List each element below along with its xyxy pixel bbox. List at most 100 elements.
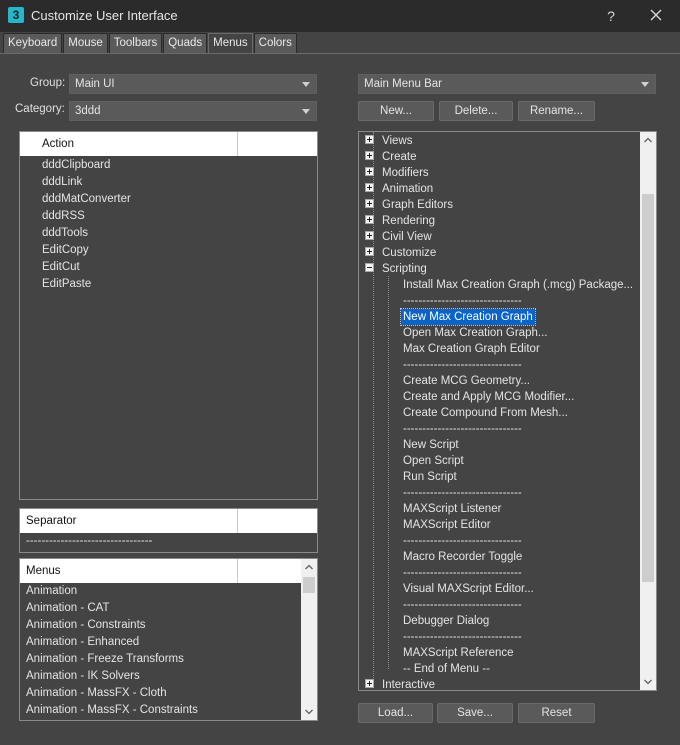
menu-item[interactable]: Max Creation Graph Editor xyxy=(401,341,542,357)
menu-item[interactable]: Install Max Creation Graph (.mcg) Packag… xyxy=(401,277,635,293)
list-item[interactable]: dddClipboard xyxy=(42,157,317,174)
collapse-icon[interactable] xyxy=(365,263,374,273)
rename-menu-button[interactable]: Rename... xyxy=(518,101,595,121)
menu-item[interactable]: New Script xyxy=(401,437,461,453)
new-menu-button[interactable]: New... xyxy=(358,101,434,121)
menu-separator[interactable]: ------------------------------- xyxy=(401,533,524,549)
tree-item-rendering[interactable]: Rendering xyxy=(365,213,435,229)
menu-item[interactable]: MAXScript Editor xyxy=(401,517,493,533)
expand-icon[interactable] xyxy=(365,167,374,177)
menu-separator[interactable]: ------------------------------- xyxy=(401,597,524,613)
menu-item[interactable]: Visual MAXScript Editor... xyxy=(401,581,536,597)
tree-item-graph-editors[interactable]: Graph Editors xyxy=(365,197,453,213)
menu-item[interactable]: Debugger Dialog xyxy=(401,613,491,629)
list-item[interactable]: Animation xyxy=(26,583,317,600)
list-item[interactable]: Animation - CAT xyxy=(26,600,317,617)
scroll-thumb[interactable] xyxy=(642,194,654,582)
scroll-up-arrow-icon[interactable] xyxy=(640,132,656,148)
separator-item[interactable]: --------------------------------- xyxy=(26,533,317,550)
list-item[interactable]: dddTools xyxy=(42,225,317,242)
list-item[interactable]: Animation - MassFX - Cloth xyxy=(26,685,317,702)
expand-icon[interactable] xyxy=(365,199,374,209)
list-item[interactable]: EditCopy xyxy=(42,242,317,259)
menus-scrollbar[interactable] xyxy=(301,559,317,720)
action-list[interactable]: Action dddClipboard dddLink dddMatConver… xyxy=(19,131,318,500)
menu-separator[interactable]: ------------------------------- xyxy=(401,293,524,309)
menu-item[interactable]: MAXScript Reference xyxy=(401,645,516,661)
scroll-down-arrow-icon[interactable] xyxy=(640,674,656,690)
reset-button[interactable]: Reset xyxy=(518,703,595,723)
menu-item-selected[interactable]: New Max Creation Graph xyxy=(400,308,536,326)
menu-separator[interactable]: ------------------------------- xyxy=(401,565,524,581)
tree-item-label: Create xyxy=(382,151,417,163)
app-logo-icon: 3 xyxy=(8,7,24,23)
scroll-thumb[interactable] xyxy=(303,577,315,593)
list-item[interactable]: dddRSS xyxy=(42,208,317,225)
menu-bar-dropdown[interactable]: Main Menu Bar xyxy=(358,74,656,94)
category-dropdown[interactable]: 3ddd xyxy=(69,101,317,121)
delete-menu-button[interactable]: Delete... xyxy=(439,101,513,121)
tab-toolbars[interactable]: Toolbars xyxy=(108,33,163,53)
scroll-up-arrow-icon[interactable] xyxy=(301,559,317,575)
list-item[interactable]: EditCut xyxy=(42,259,317,276)
group-dropdown[interactable]: Main UI xyxy=(69,74,317,94)
tree-item-animation[interactable]: Animation xyxy=(365,181,433,197)
tree-item-interactive[interactable]: Interactive xyxy=(365,677,435,690)
list-item[interactable]: EditPaste xyxy=(42,276,317,293)
menu-item[interactable]: Create and Apply MCG Modifier... xyxy=(401,389,576,405)
list-item[interactable]: Animation - IK Solvers xyxy=(26,668,317,685)
menu-item[interactable]: Create MCG Geometry... xyxy=(401,373,532,389)
list-item[interactable]: dddMatConverter xyxy=(42,191,317,208)
tree-item-label: Views xyxy=(382,135,413,147)
load-button[interactable]: Load... xyxy=(358,703,433,723)
list-item[interactable]: Animation - Constraints xyxy=(26,617,317,634)
expand-icon[interactable] xyxy=(365,231,374,241)
tree-item-label: Modifiers xyxy=(382,167,429,179)
tree-item-views[interactable]: Views xyxy=(365,133,412,149)
tab-menus[interactable]: Menus xyxy=(208,33,253,53)
menus-column-header[interactable]: Menus xyxy=(26,559,61,583)
scroll-down-arrow-icon[interactable] xyxy=(301,704,317,720)
group-value: Main UI xyxy=(75,78,115,90)
list-item[interactable]: Animation - Freeze Transforms xyxy=(26,651,317,668)
separator-column-header[interactable]: Separator xyxy=(26,509,77,533)
menu-item[interactable]: Create Compound From Mesh... xyxy=(401,405,570,421)
expand-icon[interactable] xyxy=(365,247,374,257)
column-divider xyxy=(237,132,238,156)
tab-quads[interactable]: Quads xyxy=(163,33,208,53)
menus-list[interactable]: Menus Animation Animation - CAT Animatio… xyxy=(19,558,318,721)
action-column-header[interactable]: Action xyxy=(42,132,74,156)
expand-icon[interactable] xyxy=(365,151,374,161)
menu-end-marker[interactable]: -- End of Menu -- xyxy=(401,661,492,677)
menu-item[interactable]: Macro Recorder Toggle xyxy=(401,549,524,565)
menu-separator[interactable]: ------------------------------- xyxy=(401,629,524,645)
list-item[interactable]: Animation - Enhanced xyxy=(26,634,317,651)
menu-item[interactable]: Open Max Creation Graph... xyxy=(401,325,549,341)
menu-item[interactable]: Run Script xyxy=(401,469,459,485)
tree-item-customize[interactable]: Customize xyxy=(365,245,436,261)
menu-tree-scrollbar[interactable] xyxy=(640,132,656,690)
save-button[interactable]: Save... xyxy=(437,703,513,723)
menu-item[interactable]: Open Script xyxy=(401,453,466,469)
list-item[interactable]: dddLink xyxy=(42,174,317,191)
tree-item-modifiers[interactable]: Modifiers xyxy=(365,165,429,181)
tab-keyboard[interactable]: Keyboard xyxy=(3,33,63,53)
expand-icon[interactable] xyxy=(365,183,374,193)
list-item[interactable]: Animation - MassFX - Constraints xyxy=(26,702,317,719)
menu-tree[interactable]: Views Create Modifiers Animation Graph E… xyxy=(358,131,657,691)
menu-separator[interactable]: ------------------------------- xyxy=(401,421,524,437)
menu-separator[interactable]: ------------------------------- xyxy=(401,485,524,501)
expand-icon[interactable] xyxy=(365,135,374,145)
menu-item[interactable]: MAXScript Listener xyxy=(401,501,503,517)
expand-icon[interactable] xyxy=(365,215,374,225)
help-button[interactable]: ? xyxy=(598,6,624,26)
tab-mouse[interactable]: Mouse xyxy=(63,33,108,53)
tree-item-create[interactable]: Create xyxy=(365,149,417,165)
separator-list[interactable]: Separator ------------------------------… xyxy=(19,508,318,553)
menu-separator[interactable]: ------------------------------- xyxy=(401,357,524,373)
tree-item-civil-view[interactable]: Civil View xyxy=(365,229,432,245)
tab-colors[interactable]: Colors xyxy=(253,33,297,53)
tree-item-scripting[interactable]: Scripting xyxy=(365,261,427,277)
expand-icon[interactable] xyxy=(365,679,374,689)
close-button[interactable] xyxy=(643,4,669,28)
